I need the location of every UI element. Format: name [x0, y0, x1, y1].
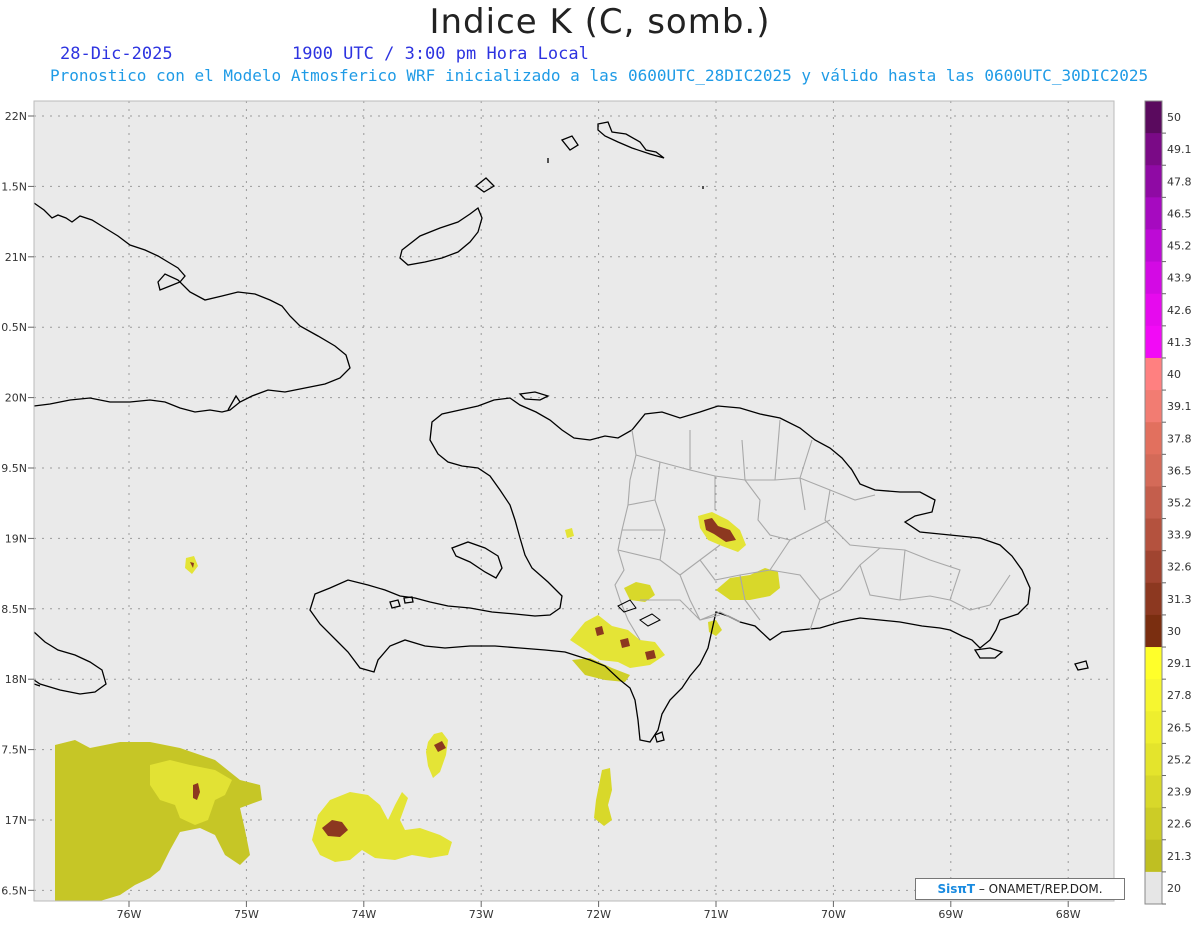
lon-label: 69W: [938, 908, 963, 921]
colorbar-label: 50: [1167, 111, 1181, 124]
lon-label: 72W: [586, 908, 611, 921]
colorbar-label: 32.6: [1167, 561, 1192, 574]
lat-label: 1.5N: [1, 180, 27, 193]
colorbar-label: 25.2: [1167, 753, 1192, 766]
colorbar-swatch: [1145, 743, 1162, 777]
colorbar-label: 43.9: [1167, 272, 1192, 285]
colorbar-label: 26.5: [1167, 721, 1192, 734]
colorbar-swatch: [1145, 614, 1162, 648]
colorbar-swatch: [1145, 454, 1162, 487]
colorbar-label: 20: [1167, 882, 1181, 895]
colorbar-label: 46.5: [1167, 207, 1192, 220]
colorbar-swatch: [1145, 325, 1162, 359]
colorbar-swatch: [1145, 422, 1162, 455]
colorbar-swatch: [1145, 197, 1162, 230]
colorbar-swatch: [1145, 486, 1162, 520]
colorbar-label: 47.8: [1167, 175, 1192, 188]
colorbar-swatch: [1145, 101, 1162, 134]
lat-label: 21N: [5, 251, 27, 264]
longitude-labels: 76W 75W 74W 73W 72W 71W 70W 69W 68W: [117, 901, 1081, 921]
colorbar-label: 29.1: [1167, 657, 1192, 670]
colorbar-label: 40: [1167, 368, 1181, 381]
credit-text: – ONAMET/REP.DOM.: [978, 882, 1103, 896]
lon-label: 73W: [469, 908, 494, 921]
credit-box: SisπΤ – ONAMET/REP.DOM.: [915, 878, 1125, 900]
lon-label: 74W: [351, 908, 376, 921]
lat-label: 0.5N: [1, 321, 27, 334]
lat-label: 22N: [5, 110, 27, 123]
colorbar-swatch: [1145, 647, 1162, 680]
lon-label: 75W: [234, 908, 259, 921]
colorbar-swatch: [1145, 807, 1162, 841]
colorbar-swatch: [1145, 293, 1162, 327]
lat-label: 18N: [5, 673, 27, 686]
lat-label: 9.5N: [1, 462, 27, 475]
colorbar-swatch: [1145, 679, 1162, 712]
colorbar-label: 37.8: [1167, 432, 1192, 445]
colorbar-label: 27.8: [1167, 689, 1192, 702]
colorbar-swatch: [1145, 550, 1162, 584]
lon-label: 76W: [117, 908, 142, 921]
colorbar-swatch: [1145, 261, 1162, 295]
colorbar-swatch: [1145, 775, 1162, 809]
lon-label: 68W: [1056, 908, 1081, 921]
colorbar-swatch: [1145, 229, 1162, 263]
weather-map: 22N 1.5N 21N 0.5N 20N 9.5N 19N 8.5N 18N 7.5N 17N 6.…: [1, 100, 1192, 921]
colorbar-swatch: [1145, 711, 1162, 744]
colorbar-swatch: [1145, 518, 1162, 552]
colorbar-label: 21.3: [1167, 850, 1192, 863]
colorbar-label: 31.3: [1167, 593, 1192, 606]
lat-label: 17N: [5, 814, 27, 827]
colorbar-label: 49.1: [1167, 143, 1192, 156]
colorbar-swatch: [1145, 839, 1162, 873]
colorbar-label: 22.6: [1167, 818, 1192, 831]
lon-label: 71W: [704, 908, 729, 921]
colorbar-swatch: [1145, 165, 1162, 198]
colorbar-swatch: [1145, 390, 1162, 423]
lat-label: 8.5N: [1, 603, 27, 616]
colorbar-label: 42.6: [1167, 304, 1192, 317]
lat-label: 7.5N: [1, 744, 27, 757]
lon-label: 70W: [821, 908, 846, 921]
colorbar-label: 23.9: [1167, 786, 1192, 799]
colorbar-label: 35.2: [1167, 497, 1192, 510]
lat-label: 19N: [5, 532, 27, 545]
lat-label: 6.5N: [1, 884, 27, 897]
colorbar-label: 33.9: [1167, 529, 1192, 542]
colorbar-swatch: [1145, 871, 1162, 905]
color-scale-bar: 50 49.1 47.8 46.5 45.2 43.9 42.6 41.3 40 39.1 37.8…: [1144, 100, 1192, 905]
colorbar-label: 39.1: [1167, 400, 1192, 413]
latitude-labels: 22N 1.5N 21N 0.5N 20N 9.5N 19N 8.5N 18N 7.5N 17N 6.…: [1, 110, 34, 897]
colorbar-swatch: [1145, 357, 1162, 391]
colorbar-swatch: [1145, 133, 1162, 166]
colorbar-label: 41.3: [1167, 336, 1192, 349]
colorbar-label: 30: [1167, 625, 1181, 638]
colorbar-swatch: [1145, 582, 1162, 616]
colorbar-label: 45.2: [1167, 240, 1192, 253]
sispi-logo: SisπΤ: [937, 882, 976, 896]
colorbar-label: 36.5: [1167, 464, 1192, 477]
lat-label: 20N: [5, 392, 27, 405]
